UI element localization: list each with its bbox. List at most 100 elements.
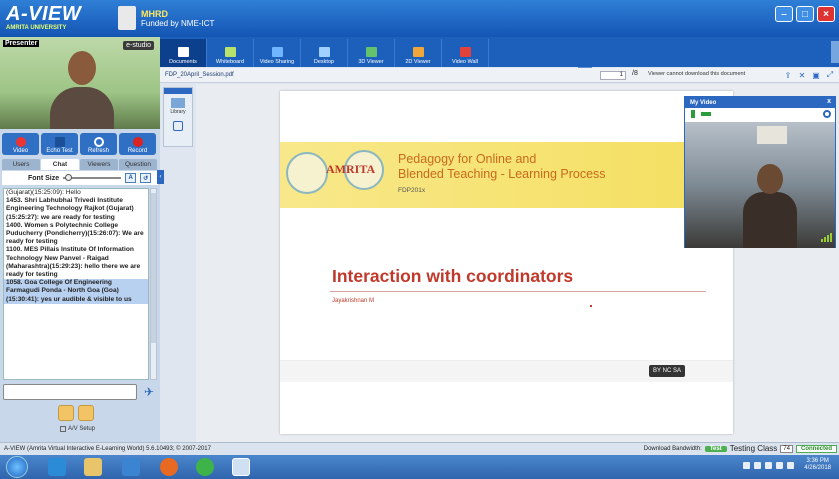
window-controls: – □ ×: [775, 6, 835, 22]
my-video-header[interactable]: My Video x: [685, 97, 835, 108]
flag-icon[interactable]: [765, 461, 773, 469]
refresh-label: Refresh: [87, 148, 109, 154]
university-name: AMRITA UNIVERSITY: [6, 25, 67, 31]
emoticon-buttons: [58, 405, 94, 421]
connection-status: Connected: [795, 444, 837, 453]
echo-test-button[interactable]: Echo Test: [41, 133, 78, 155]
tool-video-sharing[interactable]: Video Sharing: [254, 39, 301, 67]
record-button[interactable]: Record: [119, 133, 156, 155]
network-icon[interactable]: [754, 461, 762, 469]
banner-subtitle: FDP201x: [398, 187, 426, 194]
close-video-icon[interactable]: x: [827, 98, 831, 105]
emblem-icon: [118, 6, 136, 30]
chat-log: (Gujarat)(15:25:09): Hello 1453. Shri La…: [3, 188, 149, 380]
chat-message: 1100. MES Pillais Institute Of Informati…: [6, 246, 141, 279]
font-size-reset-icon[interactable]: ↺: [140, 173, 152, 183]
library-refresh-icon[interactable]: [173, 121, 183, 131]
cursor-dot: [590, 305, 592, 307]
scrollbar-thumb[interactable]: [151, 193, 156, 343]
record-label: Record: [127, 148, 148, 154]
tab-question[interactable]: Question: [119, 159, 157, 170]
fullscreen-icon[interactable]: ⤢: [825, 70, 835, 80]
raise-hand-icon[interactable]: [78, 405, 94, 421]
chrome-icon[interactable]: [196, 458, 214, 476]
clock-time: 3:36 PM: [806, 458, 829, 464]
library-icon[interactable]: [171, 98, 185, 108]
battery-icon[interactable]: [776, 461, 784, 469]
amrita-mark: AMRITA: [326, 162, 376, 176]
close-doc-icon[interactable]: ✕: [797, 70, 807, 80]
media-player-icon[interactable]: [122, 458, 140, 476]
chat-message: 1400. Women s Polytechnic College Puduch…: [6, 221, 144, 246]
send-icon[interactable]: ✈: [141, 384, 157, 400]
tool-documents[interactable]: Documents: [160, 39, 207, 67]
download-bandwidth-label: Download Bandwidth:: [643, 445, 702, 452]
tab-users[interactable]: Users: [2, 159, 40, 170]
volume-icon[interactable]: [787, 461, 795, 469]
slide-divider: [330, 291, 706, 292]
chat-scrollbar[interactable]: [150, 188, 157, 380]
tool-2d-viewer[interactable]: 2D Viewer: [395, 39, 442, 67]
tab-chat[interactable]: Chat: [41, 159, 79, 170]
course-logo-left: [286, 152, 328, 194]
mhrd-label: MHRD: [141, 8, 168, 19]
upload-icon[interactable]: ⇪: [783, 70, 793, 80]
tab-viewers[interactable]: Viewers: [80, 159, 118, 170]
left-panel: e-studio Presenter Video Echo Test Refre…: [0, 37, 160, 442]
my-video-feed: [685, 122, 835, 248]
participant-count: 74: [780, 444, 793, 453]
maximize-icon[interactable]: □: [796, 6, 814, 22]
start-button-icon[interactable]: [6, 456, 28, 478]
participant-head: [757, 164, 783, 194]
toolbar-edge[interactable]: [831, 41, 839, 63]
font-size-apply-icon[interactable]: A: [125, 173, 137, 183]
test-button[interactable]: Test: [704, 445, 727, 452]
status-bar: A-VIEW (Amrita Virtual Interactive E-Lea…: [0, 442, 839, 455]
presenter-body: [50, 87, 114, 129]
tool-whiteboard[interactable]: Whiteboard: [207, 39, 254, 67]
av-setup-link[interactable]: A/V Setup: [60, 426, 95, 432]
clock[interactable]: 3:36 PM 4/26/2018: [804, 458, 831, 472]
mic-icon[interactable]: [691, 110, 695, 118]
refresh-button[interactable]: Refresh: [80, 133, 117, 155]
library-label: Library: [170, 109, 186, 115]
status-right: Download Bandwidth: Test Testing Class 7…: [644, 444, 837, 453]
whiteboard-icon: [224, 47, 236, 57]
left-tabs: Users Chat Viewers Question: [2, 159, 157, 170]
classroom-screen: [757, 126, 787, 144]
my-video-panel[interactable]: My Video x: [684, 96, 836, 248]
firefox-icon[interactable]: [160, 458, 178, 476]
slide-title: Interaction with coordinators: [332, 266, 574, 286]
explorer-icon[interactable]: [84, 458, 102, 476]
collapse-panel-icon[interactable]: ‹: [157, 170, 164, 184]
tool-video-wall[interactable]: Video Wall: [442, 39, 489, 67]
chat-message: 1453. Shri Labhubhai Trivedi Institute E…: [6, 197, 134, 221]
my-video-title: My Video: [690, 99, 717, 106]
save-icon[interactable]: ▣: [811, 70, 821, 80]
tool-desktop[interactable]: Desktop: [301, 39, 348, 67]
course-logos: AMRITA: [286, 150, 386, 194]
av-setup-label: A/V Setup: [68, 426, 96, 432]
slider-thumb[interactable]: [65, 174, 73, 181]
checkbox-icon[interactable]: [60, 426, 66, 432]
tool-3d-viewer[interactable]: 3D Viewer: [348, 39, 395, 67]
mhrd-block: MHRD Funded by NME-ICT: [118, 6, 214, 30]
settings-icon[interactable]: [823, 110, 831, 118]
ie-icon[interactable]: [48, 458, 66, 476]
2d-viewer-icon: [412, 47, 424, 57]
emoticon-icon[interactable]: [58, 405, 74, 421]
presenter-label: Presenter: [3, 40, 40, 47]
brand-name: A-VIEW: [6, 3, 82, 25]
video-button[interactable]: Video: [2, 133, 39, 155]
tray-arrow-icon[interactable]: [743, 461, 751, 469]
camera-icon[interactable]: [701, 112, 711, 116]
page-number-input[interactable]: 1: [600, 71, 626, 80]
minimize-icon[interactable]: –: [775, 6, 793, 22]
close-icon[interactable]: ×: [817, 6, 835, 22]
echo-icon: [54, 137, 65, 147]
aview-taskbar-icon[interactable]: [232, 458, 250, 476]
chat-input[interactable]: [3, 384, 137, 400]
estudio-badge: e-studio: [123, 41, 154, 50]
slide-banner: AMRITA Pedagogy for Online and Blended T…: [280, 142, 733, 208]
font-size-slider[interactable]: [63, 174, 122, 181]
